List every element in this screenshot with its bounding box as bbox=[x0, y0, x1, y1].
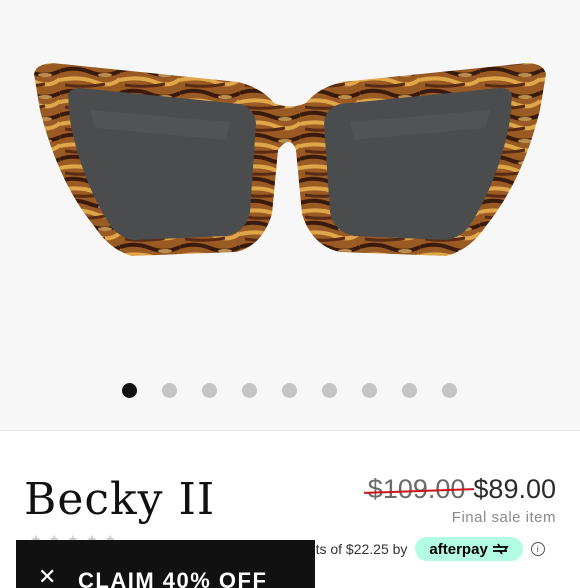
slide-dot-1[interactable] bbox=[122, 383, 137, 398]
product-title: Becky II bbox=[24, 474, 216, 525]
slide-dot-3[interactable] bbox=[202, 383, 217, 398]
slide-dot-2[interactable] bbox=[162, 383, 177, 398]
slide-dot-5[interactable] bbox=[282, 383, 297, 398]
promo-text: CLAIM 40% OFF bbox=[78, 568, 268, 588]
slide-dots bbox=[0, 383, 580, 401]
product-image-gallery[interactable] bbox=[0, 0, 580, 430]
price-row: $109.00 $89.00 bbox=[363, 474, 556, 505]
sale-price: $89.00 bbox=[473, 474, 556, 504]
afterpay-arrows-icon bbox=[492, 543, 509, 555]
afterpay-row: ents of $22.25 by afterpay i bbox=[300, 536, 545, 562]
slide-dot-9[interactable] bbox=[442, 383, 457, 398]
info-icon[interactable]: i bbox=[530, 542, 545, 556]
promo-banner[interactable]: ✕ CLAIM 40% OFF bbox=[16, 540, 315, 588]
close-icon[interactable]: ✕ bbox=[38, 566, 56, 588]
sunglasses-image[interactable] bbox=[0, 0, 580, 360]
divider bbox=[0, 430, 580, 431]
slide-dot-8[interactable] bbox=[402, 383, 417, 398]
final-sale-note: Final sale item bbox=[451, 509, 556, 526]
slide-dot-7[interactable] bbox=[362, 383, 377, 398]
installment-text: ents of $22.25 by bbox=[300, 541, 408, 557]
slide-dot-6[interactable] bbox=[322, 383, 337, 398]
slide-dot-4[interactable] bbox=[242, 383, 257, 398]
afterpay-badge[interactable]: afterpay bbox=[415, 537, 523, 561]
original-price: $109.00 bbox=[363, 474, 474, 505]
afterpay-label: afterpay bbox=[429, 540, 488, 558]
